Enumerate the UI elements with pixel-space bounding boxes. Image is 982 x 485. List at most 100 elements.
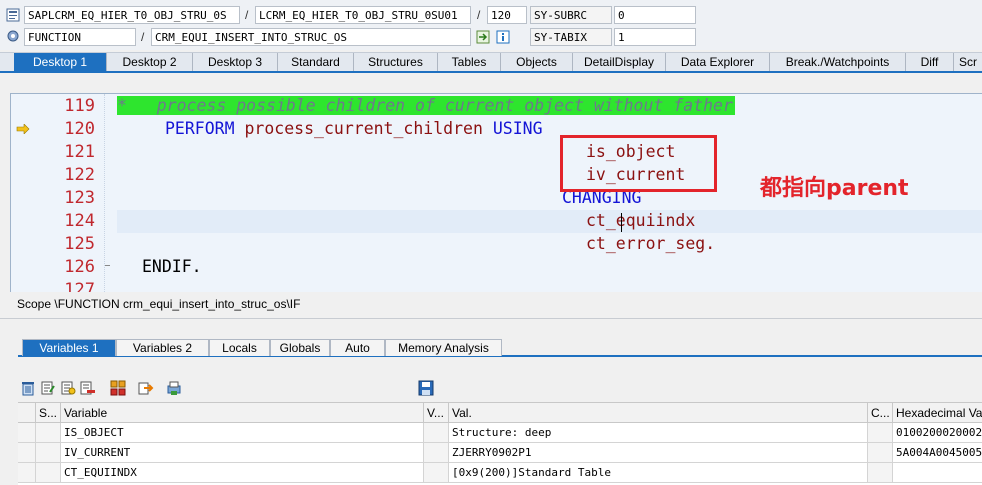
delete-row-icon[interactable] [80,380,96,396]
separator: / [477,8,481,22]
row-selector-header[interactable] [18,403,36,423]
variable-value-cell[interactable]: ZJERRY0902P1 [449,443,868,463]
info-icon[interactable] [496,30,510,44]
hex-value-cell[interactable]: 5A004A0045005 [893,443,982,463]
annotation-highlight-box [560,135,717,192]
table-cell [424,463,449,483]
column-header-value[interactable]: Val. [449,403,868,423]
export-icon[interactable] [138,380,154,396]
variables-tab-bar: Variables 1 Variables 2 Locals Globals A… [22,339,502,356]
function-icon [7,30,19,42]
cursor-line-highlight [117,210,982,233]
separator: / [245,8,249,22]
program-name-field: SAPLCRM_EQ_HIER_T0_OBJ_STRU_0S [24,6,240,24]
code-perform-line: PERFORM process_current_children USING [165,119,543,138]
tab-objects[interactable]: Objects [501,53,573,71]
tab-variables-2[interactable]: Variables 2 [116,339,209,356]
annotation-text: 都指向parent [760,176,909,201]
function-name-field: CRM_EQUI_INSERT_INTO_STRUC_OS [151,28,471,46]
save-icon[interactable] [418,380,434,396]
variables-toolbar [18,380,982,398]
table-cell [868,463,893,483]
info-bar: SAPLCRM_EQ_HIER_T0_OBJ_STRU_0S / LCRM_EQ… [0,0,982,50]
fold-marker [105,265,110,266]
line-number: 119 [64,96,95,116]
column-header-variable[interactable]: Variable [61,403,424,423]
tab-screen[interactable]: Scr [954,53,982,71]
form-name: process_current_children [244,119,483,138]
tab-data-explorer[interactable]: Data Explorer [666,53,770,71]
line-number: 125 [64,234,95,254]
hex-value-cell[interactable]: 0100200020002 [893,423,982,443]
keyword-perform: PERFORM [165,119,235,138]
sysfield-value[interactable]: 1 [614,28,696,46]
tab-detail-display[interactable]: DetailDisplay [573,53,666,71]
column-header-s[interactable]: S... [36,403,61,423]
row-selector[interactable] [18,443,36,463]
navigate-icon[interactable] [476,30,490,44]
table-cell [424,443,449,463]
tab-structures[interactable]: Structures [354,53,438,71]
code-comment-line: * process possible children of current o… [117,96,735,115]
sysfield-name: SY-SUBRC [530,6,612,24]
tab-desktop-2[interactable]: Desktop 2 [107,53,193,71]
table-cell [424,423,449,443]
edit-icon[interactable] [40,380,56,396]
scope-bar: Scope \FUNCTION crm_equi_insert_into_str… [10,293,982,315]
tab-locals[interactable]: Locals [209,339,270,356]
param-ct-error-seg: ct_error_seg. [586,234,716,253]
line-number: 120 [64,119,95,139]
tab-breakpoints[interactable]: Break./Watchpoints [770,53,906,71]
line-number-field: 120 [487,6,527,24]
fold-guide [104,94,106,292]
tab-globals[interactable]: Globals [270,339,330,356]
trash-icon[interactable] [20,380,36,396]
desktop-tab-bar: Desktop 1 Desktop 2 Desktop 3 Standard S… [0,52,982,73]
variable-value-cell[interactable]: Structure: deep [449,423,868,443]
variable-name-cell[interactable]: IV_CURRENT [61,443,424,463]
code-endif-line: ENDIF. [142,257,202,276]
column-header-c[interactable]: C... [868,403,893,423]
table-cell [36,463,61,483]
column-header-v[interactable]: V... [424,403,449,423]
scope-text: Scope \FUNCTION crm_equi_insert_into_str… [17,297,301,311]
display-icon[interactable] [60,380,76,396]
table-cell [868,443,893,463]
row-selector[interactable] [18,423,36,443]
line-number: 127 [64,280,95,292]
tab-variables-1[interactable]: Variables 1 [22,339,116,356]
sort-icon[interactable] [110,380,126,396]
line-number: 124 [64,211,95,231]
current-line-arrow-icon [16,124,30,134]
separator: / [141,30,145,44]
tab-tables[interactable]: Tables [438,53,501,71]
table-cell [36,443,61,463]
param-ct-equiindx: ct_equiindx [586,211,696,230]
object-type-field: FUNCTION [24,28,136,46]
column-header-hex[interactable]: Hexadecimal Va [893,403,982,423]
variable-value-cell[interactable]: [0x9(200)]Standard Table [449,463,868,483]
line-number: 123 [64,188,95,208]
line-number: 126 [64,257,95,277]
variable-name-cell[interactable]: CT_EQUIINDX [61,463,424,483]
tab-desktop-1[interactable]: Desktop 1 [14,53,107,71]
line-number: 121 [64,142,95,162]
table-cell [868,423,893,443]
hex-value-cell[interactable] [893,463,982,483]
table-cell [36,423,61,443]
tab-standard[interactable]: Standard [278,53,354,71]
tab-memory-analysis[interactable]: Memory Analysis [385,339,502,356]
variable-name-cell[interactable]: IS_OBJECT [61,423,424,443]
tab-auto[interactable]: Auto [330,339,385,356]
sysfield-name: SY-TABIX [530,28,612,46]
variables-table[interactable]: S... Variable V... Val. C... Hexadecimal… [18,402,982,485]
divider [0,318,982,319]
sysfield-value[interactable]: 0 [614,6,696,24]
program-icon [6,8,20,22]
tab-diff[interactable]: Diff [906,53,954,71]
text-cursor [621,213,622,232]
keyword-using: USING [492,119,543,138]
print-icon[interactable] [166,380,182,396]
row-selector[interactable] [18,463,36,483]
tab-desktop-3[interactable]: Desktop 3 [193,53,278,71]
